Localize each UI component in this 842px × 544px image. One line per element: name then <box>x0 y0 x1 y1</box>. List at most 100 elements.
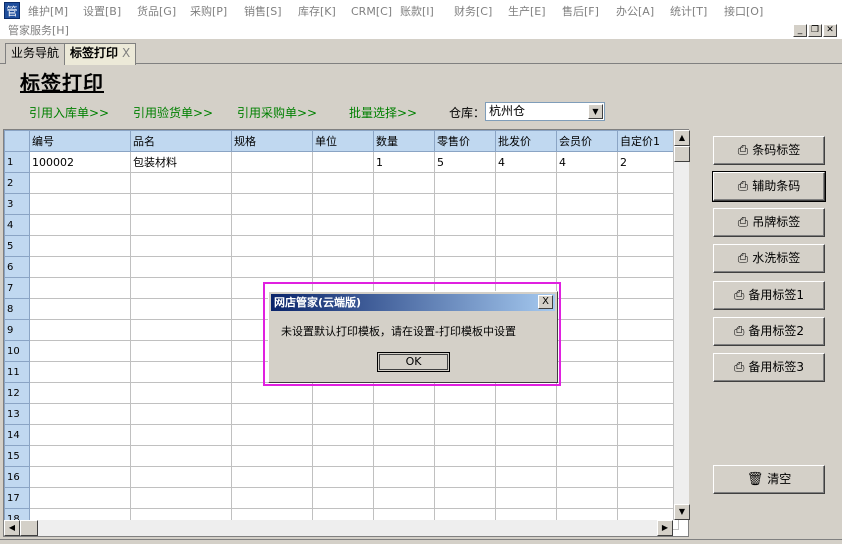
table-row[interactable]: 3 <box>4 193 679 215</box>
table-cell[interactable] <box>130 361 232 383</box>
table-cell[interactable] <box>312 424 374 446</box>
table-cell[interactable] <box>556 382 618 404</box>
table-row[interactable]: 6 <box>4 256 679 278</box>
table-cell[interactable] <box>130 298 232 320</box>
table-cell[interactable] <box>617 361 679 383</box>
column-header[interactable]: 规格 <box>231 130 313 152</box>
table-cell[interactable] <box>130 403 232 425</box>
table-cell[interactable] <box>373 487 435 509</box>
horizontal-scrollbar[interactable]: ◀ ▶ <box>4 520 673 536</box>
table-cell[interactable] <box>434 235 496 257</box>
table-cell[interactable] <box>495 487 557 509</box>
menu-item-finance[interactable]: 财务[C] <box>454 4 492 20</box>
table-cell[interactable] <box>617 487 679 509</box>
table-cell[interactable] <box>373 256 435 278</box>
table-cell[interactable]: 4 <box>556 151 618 173</box>
menu-item-maintain[interactable]: 维护[M] <box>28 4 68 20</box>
table-cell[interactable] <box>617 445 679 467</box>
table-cell[interactable] <box>373 445 435 467</box>
scroll-right-icon[interactable]: ▶ <box>657 520 673 536</box>
table-cell[interactable]: 2 <box>617 151 679 173</box>
link-import-purchase[interactable]: 引用采购单>> <box>237 104 317 121</box>
table-cell[interactable] <box>556 256 618 278</box>
table-row[interactable]: 13 <box>4 403 679 425</box>
table-cell[interactable] <box>312 256 374 278</box>
table-cell[interactable] <box>556 235 618 257</box>
table-cell[interactable]: 100002 <box>29 151 131 173</box>
table-cell[interactable] <box>495 235 557 257</box>
table-cell[interactable] <box>130 340 232 362</box>
table-cell[interactable] <box>312 193 374 215</box>
table-row[interactable]: 4 <box>4 214 679 236</box>
table-cell[interactable] <box>434 403 496 425</box>
column-header[interactable]: 品名 <box>130 130 232 152</box>
column-header[interactable]: 零售价 <box>434 130 496 152</box>
minimize-icon[interactable]: _ <box>793 24 807 37</box>
ok-button[interactable]: OK <box>377 352 450 372</box>
table-cell[interactable] <box>231 466 313 488</box>
table-cell[interactable] <box>130 235 232 257</box>
table-cell[interactable] <box>373 403 435 425</box>
table-cell[interactable] <box>29 172 131 194</box>
table-cell[interactable] <box>556 214 618 236</box>
table-row[interactable]: 17 <box>4 487 679 509</box>
chevron-down-icon[interactable]: ▼ <box>588 104 603 119</box>
vertical-scrollbar[interactable]: ▲ ▼ <box>673 130 690 520</box>
scroll-down-icon[interactable]: ▼ <box>674 504 690 520</box>
table-cell[interactable] <box>312 445 374 467</box>
table-cell[interactable] <box>556 298 618 320</box>
table-cell[interactable] <box>312 235 374 257</box>
table-cell[interactable] <box>130 214 232 236</box>
table-cell[interactable] <box>29 319 131 341</box>
warehouse-select[interactable]: 杭州仓 ▼ <box>485 102 605 121</box>
table-cell[interactable] <box>434 214 496 236</box>
spare-label-1-button[interactable]: ⎙ 备用标签1 <box>713 281 825 310</box>
table-cell[interactable] <box>373 214 435 236</box>
tab-business-nav[interactable]: 业务导航 <box>5 43 66 64</box>
table-cell[interactable] <box>231 172 313 194</box>
table-cell[interactable] <box>495 214 557 236</box>
table-row[interactable]: 15 <box>4 445 679 467</box>
menu-item-accounts[interactable]: 账款[I] <box>400 4 434 20</box>
table-cell[interactable] <box>556 424 618 446</box>
table-cell[interactable] <box>29 193 131 215</box>
barcode-label-button[interactable]: ⎙ 条码标签 <box>713 136 825 165</box>
table-cell[interactable] <box>130 277 232 299</box>
table-cell[interactable] <box>29 256 131 278</box>
table-cell[interactable] <box>556 361 618 383</box>
column-header[interactable]: 批发价 <box>495 130 557 152</box>
table-cell[interactable] <box>231 235 313 257</box>
table-cell[interactable] <box>556 403 618 425</box>
table-cell[interactable] <box>434 445 496 467</box>
table-cell[interactable] <box>617 466 679 488</box>
table-cell[interactable] <box>434 466 496 488</box>
app-logo-icon[interactable]: 管 <box>4 2 20 19</box>
scroll-up-icon[interactable]: ▲ <box>674 130 690 146</box>
menu-item-after-sales[interactable]: 售后[F] <box>562 4 599 20</box>
table-row[interactable]: 2 <box>4 172 679 194</box>
table-cell[interactable] <box>29 214 131 236</box>
table-cell[interactable] <box>373 193 435 215</box>
menu-item-sales[interactable]: 销售[S] <box>244 4 282 20</box>
table-cell[interactable] <box>231 214 313 236</box>
table-cell[interactable] <box>556 277 618 299</box>
table-cell[interactable] <box>617 319 679 341</box>
table-cell[interactable] <box>556 193 618 215</box>
table-cell[interactable] <box>617 277 679 299</box>
table-cell[interactable] <box>130 466 232 488</box>
table-cell[interactable] <box>29 340 131 362</box>
table-cell[interactable] <box>130 319 232 341</box>
table-cell[interactable] <box>434 193 496 215</box>
table-cell[interactable] <box>495 466 557 488</box>
table-cell[interactable] <box>231 424 313 446</box>
dialog-close-icon[interactable]: X <box>538 295 553 309</box>
table-cell[interactable] <box>495 256 557 278</box>
table-cell[interactable] <box>617 172 679 194</box>
table-cell[interactable] <box>130 193 232 215</box>
table-cell[interactable] <box>434 256 496 278</box>
table-cell[interactable] <box>617 235 679 257</box>
table-cell[interactable] <box>373 466 435 488</box>
table-row[interactable]: 1 100002 包装材料 1 5 4 4 2 <box>4 151 679 173</box>
table-cell[interactable] <box>495 424 557 446</box>
table-cell[interactable] <box>29 382 131 404</box>
